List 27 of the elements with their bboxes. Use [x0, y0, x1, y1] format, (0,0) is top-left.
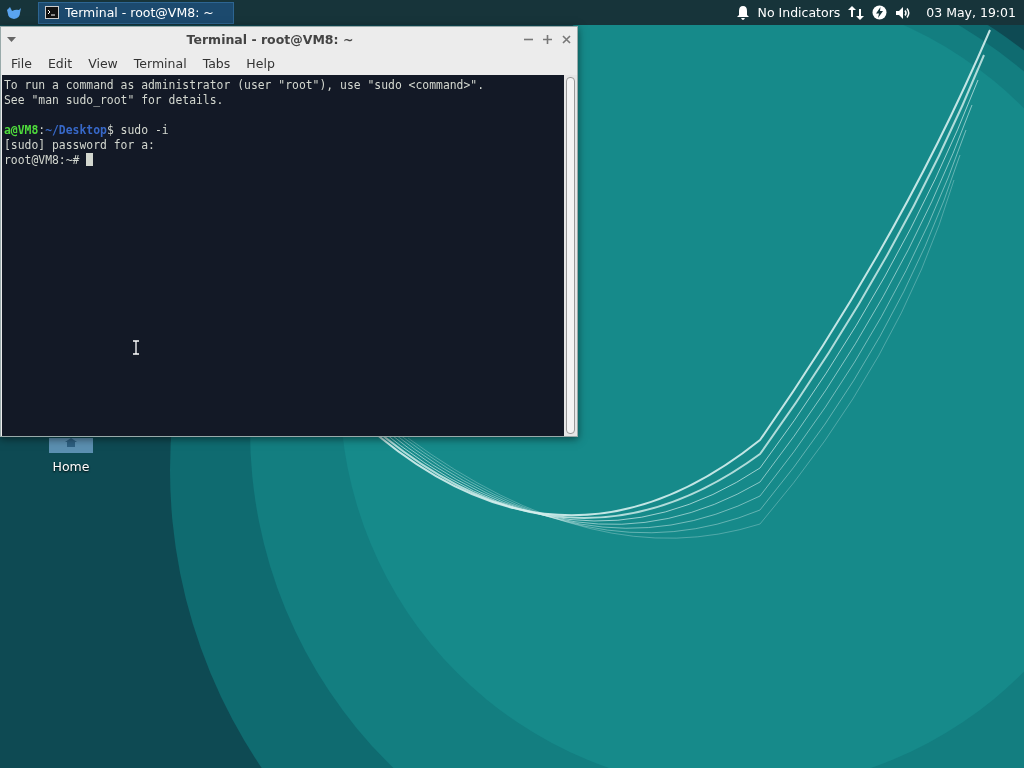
- window-menu-icon[interactable]: [7, 36, 16, 42]
- terminal-line: See "man sudo_root" for details.: [4, 93, 224, 107]
- scrollbar[interactable]: [564, 75, 577, 436]
- menu-item[interactable]: View: [80, 53, 126, 73]
- menu-item[interactable]: File: [3, 53, 40, 73]
- menu-item[interactable]: Terminal: [125, 53, 195, 73]
- network-icon[interactable]: [848, 4, 865, 21]
- power-icon[interactable]: [872, 5, 888, 20]
- clock-label[interactable]: 03 May, 19:01: [926, 5, 1016, 20]
- menu-item[interactable]: Help: [238, 53, 283, 73]
- menu-item[interactable]: Tabs: [194, 53, 239, 73]
- indicator-label: No Indicators: [757, 5, 841, 20]
- i-beam-cursor-icon: [132, 340, 140, 355]
- window-title: Terminal - root@VM8: ~: [185, 31, 355, 47]
- bell-icon[interactable]: [735, 5, 750, 20]
- home-label[interactable]: Home: [52, 459, 90, 474]
- terminal-line: root@VM8:~#: [4, 153, 81, 167]
- close-icon[interactable]: [562, 34, 571, 44]
- home-folder-icon[interactable]: [49, 438, 93, 453]
- terminal-icon: [45, 6, 59, 19]
- taskbar-button[interactable]: Terminal - root@VM8: ~: [38, 1, 234, 24]
- menu-item[interactable]: Edit: [39, 53, 81, 73]
- app-menu-icon[interactable]: [6, 5, 22, 20]
- terminal-line: To run a command as administrator (user "root"), use "sudo <command>".: [4, 78, 485, 92]
- terminal-line: [sudo] password for a:: [4, 138, 155, 152]
- maximize-icon[interactable]: [543, 34, 552, 44]
- terminal-line: a@VM8:~/Desktop$ sudo -i: [4, 123, 169, 137]
